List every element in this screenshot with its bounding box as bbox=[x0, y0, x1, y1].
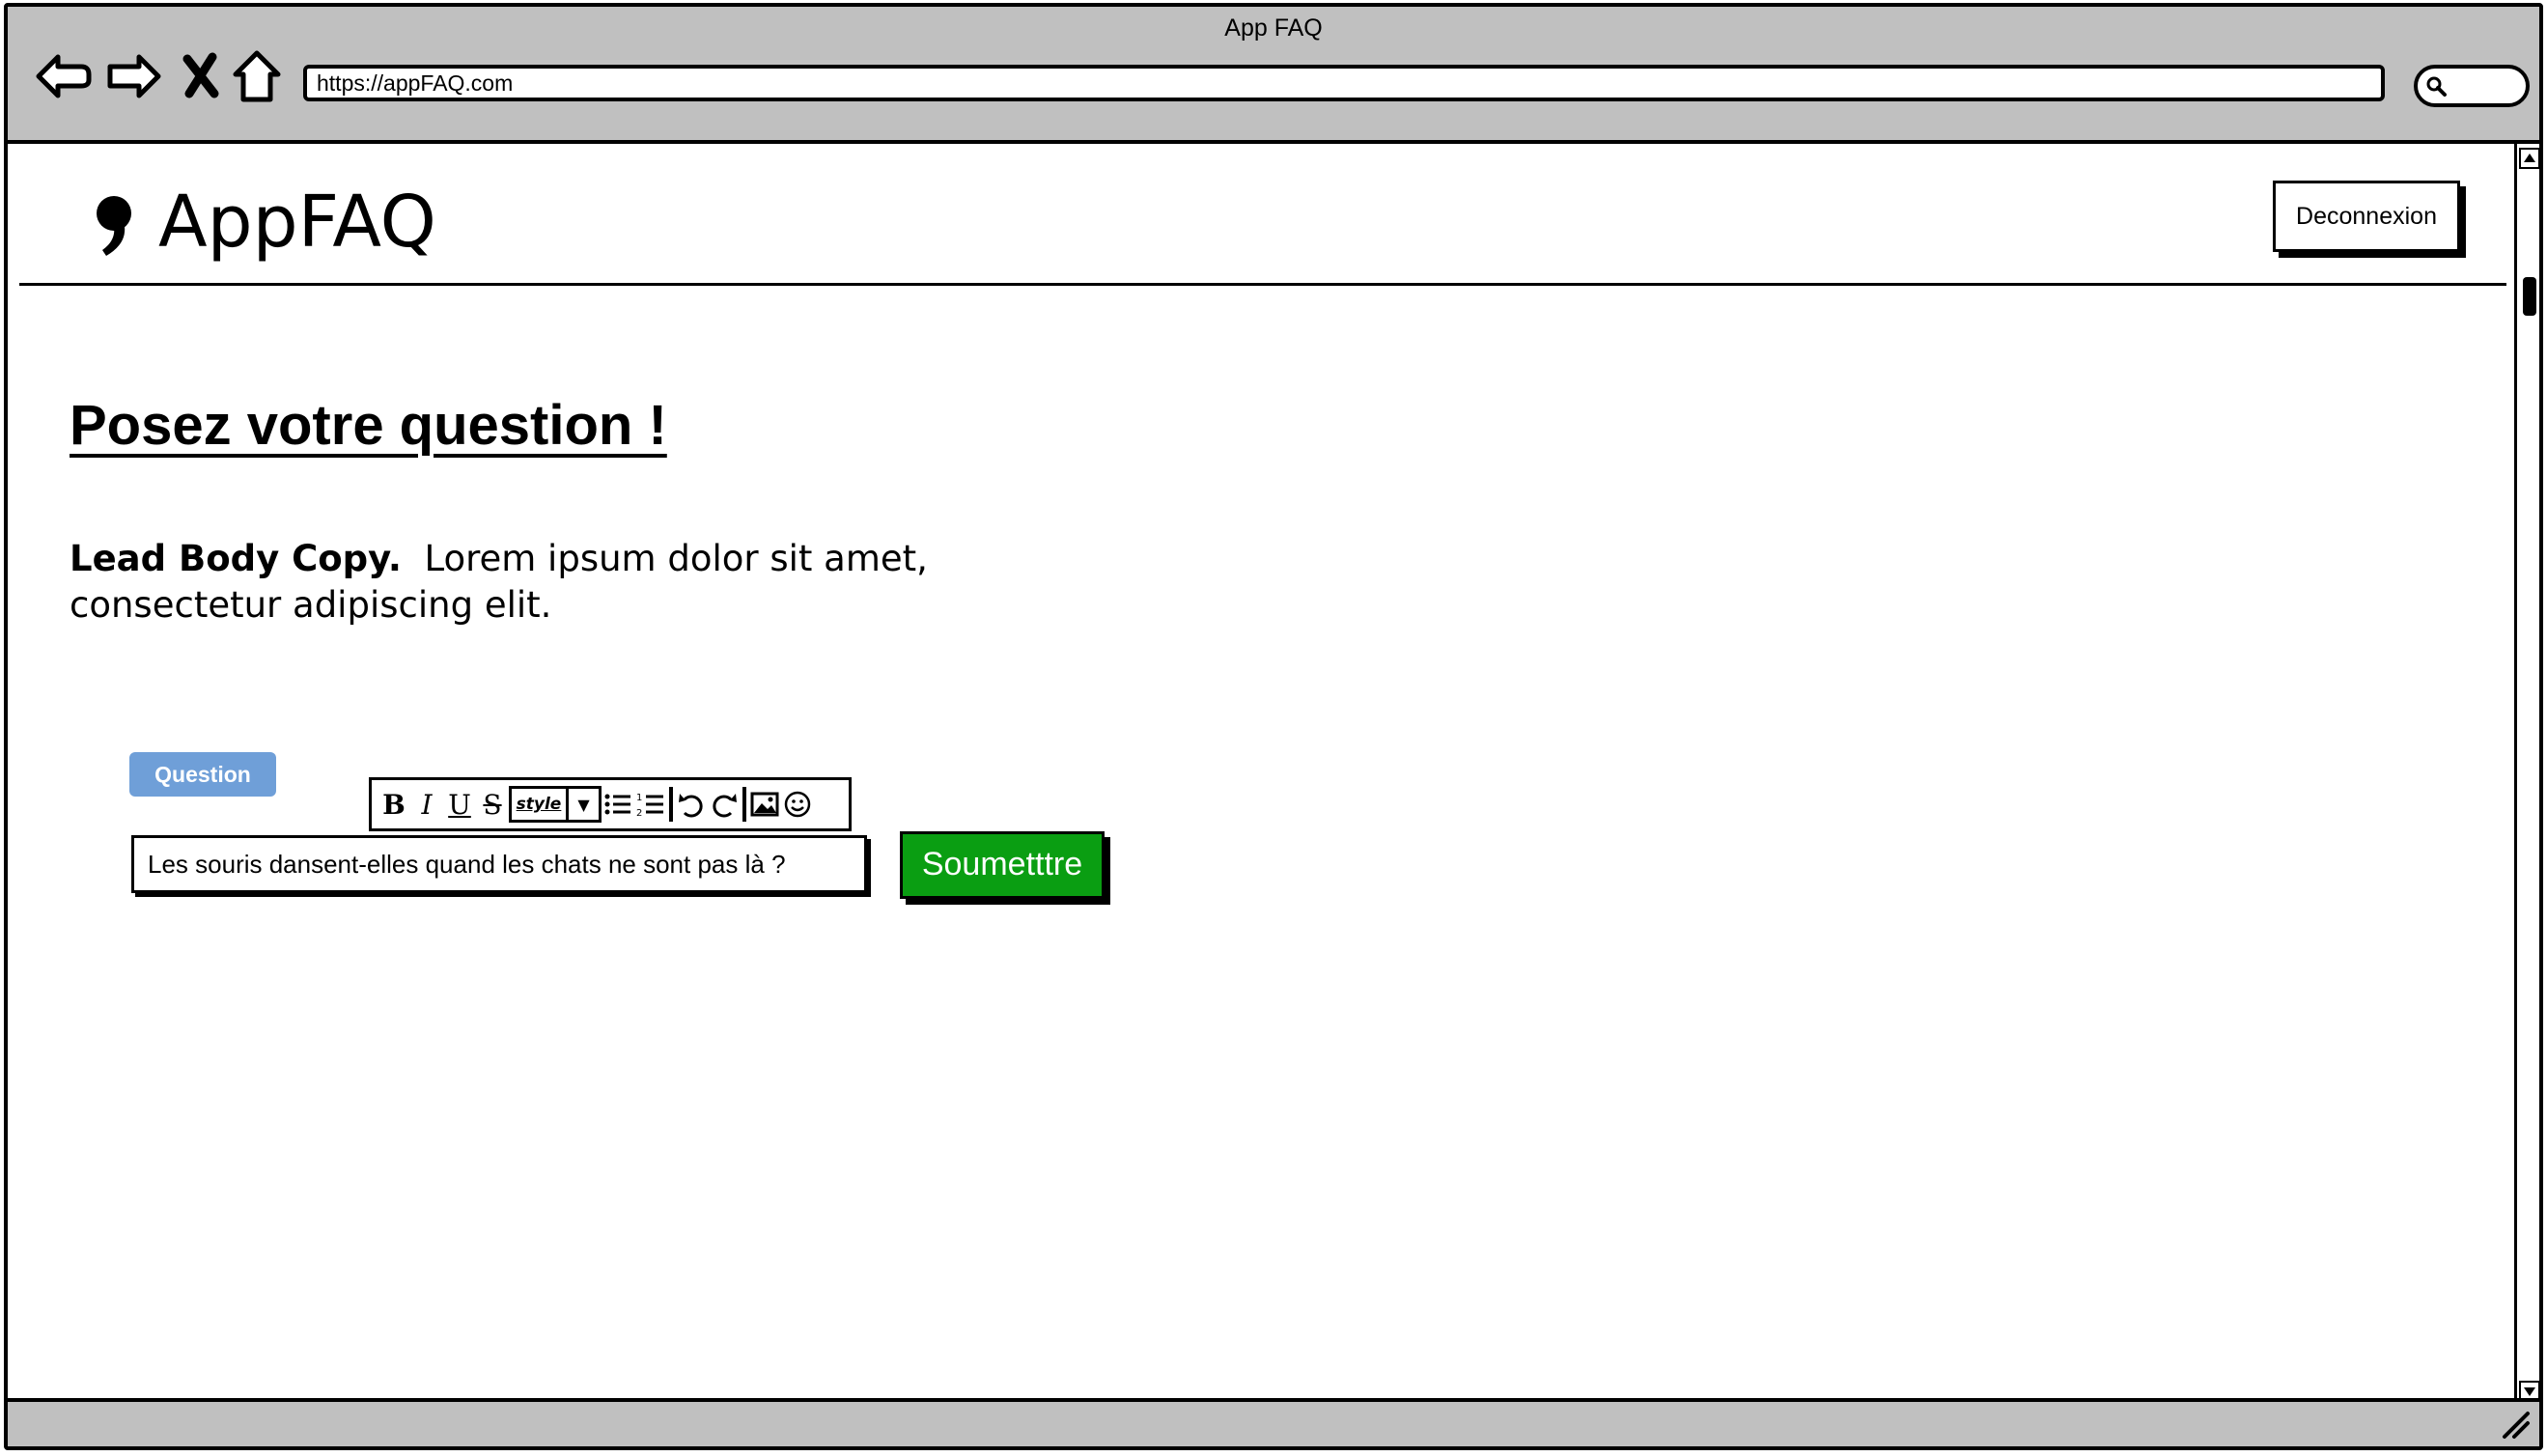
browser-window: App FAQ https://appFAQ.com AppFAQ Deconn… bbox=[4, 3, 2543, 1450]
bullet-list-icon[interactable] bbox=[602, 784, 634, 825]
toolbar-separator bbox=[742, 787, 746, 822]
numbered-list-icon[interactable]: 12 bbox=[634, 784, 667, 825]
emoji-icon[interactable] bbox=[781, 784, 814, 825]
scroll-up-icon[interactable] bbox=[2519, 148, 2540, 169]
undo-icon[interactable] bbox=[675, 784, 708, 825]
redo-icon[interactable] bbox=[708, 784, 741, 825]
home-icon[interactable] bbox=[226, 45, 288, 107]
resize-grip-icon[interactable] bbox=[2499, 1408, 2532, 1441]
header-divider bbox=[19, 283, 2506, 286]
logout-button[interactable]: Deconnexion bbox=[2273, 181, 2460, 252]
image-icon[interactable] bbox=[748, 784, 781, 825]
vertical-scrollbar[interactable] bbox=[2514, 144, 2540, 1406]
strikethrough-button[interactable]: S bbox=[476, 784, 509, 825]
search-icon bbox=[2426, 76, 2447, 97]
address-bar[interactable]: https://appFAQ.com bbox=[303, 65, 2385, 101]
bold-button[interactable]: B bbox=[378, 784, 410, 825]
page-title: Posez votre question ! bbox=[70, 394, 667, 457]
lead-paragraph: Lead Body Copy. Lorem ipsum dolor sit am… bbox=[70, 536, 938, 629]
back-icon[interactable] bbox=[33, 45, 95, 107]
page-content: AppFAQ Deconnexion Posez votre question … bbox=[8, 144, 2508, 1406]
submit-button[interactable]: Soumetttre bbox=[900, 831, 1105, 899]
scrollbar-thumb[interactable] bbox=[2523, 277, 2536, 316]
app-name: AppFAQ bbox=[158, 181, 436, 264]
style-select[interactable]: style bbox=[509, 786, 569, 823]
underline-button[interactable]: U bbox=[443, 784, 476, 825]
svg-text:1: 1 bbox=[636, 793, 642, 803]
close-icon[interactable] bbox=[170, 45, 232, 107]
rich-text-toolbar: B I U S style ▼ 12 bbox=[369, 777, 852, 831]
forward-icon[interactable] bbox=[102, 45, 164, 107]
browser-search-box[interactable] bbox=[2414, 65, 2530, 107]
style-dropdown-icon[interactable]: ▼ bbox=[569, 786, 602, 823]
italic-button[interactable]: I bbox=[410, 784, 443, 825]
quote-icon bbox=[97, 196, 131, 256]
browser-statusbar bbox=[8, 1398, 2539, 1446]
question-input[interactable] bbox=[131, 835, 867, 893]
lead-bold-text: Lead Body Copy. bbox=[70, 538, 402, 579]
browser-titlebar: App FAQ https://appFAQ.com bbox=[8, 7, 2539, 144]
svg-text:2: 2 bbox=[636, 808, 642, 819]
window-title: App FAQ bbox=[1224, 14, 1323, 42]
toolbar-separator bbox=[669, 787, 673, 822]
question-label: Question bbox=[129, 752, 276, 797]
